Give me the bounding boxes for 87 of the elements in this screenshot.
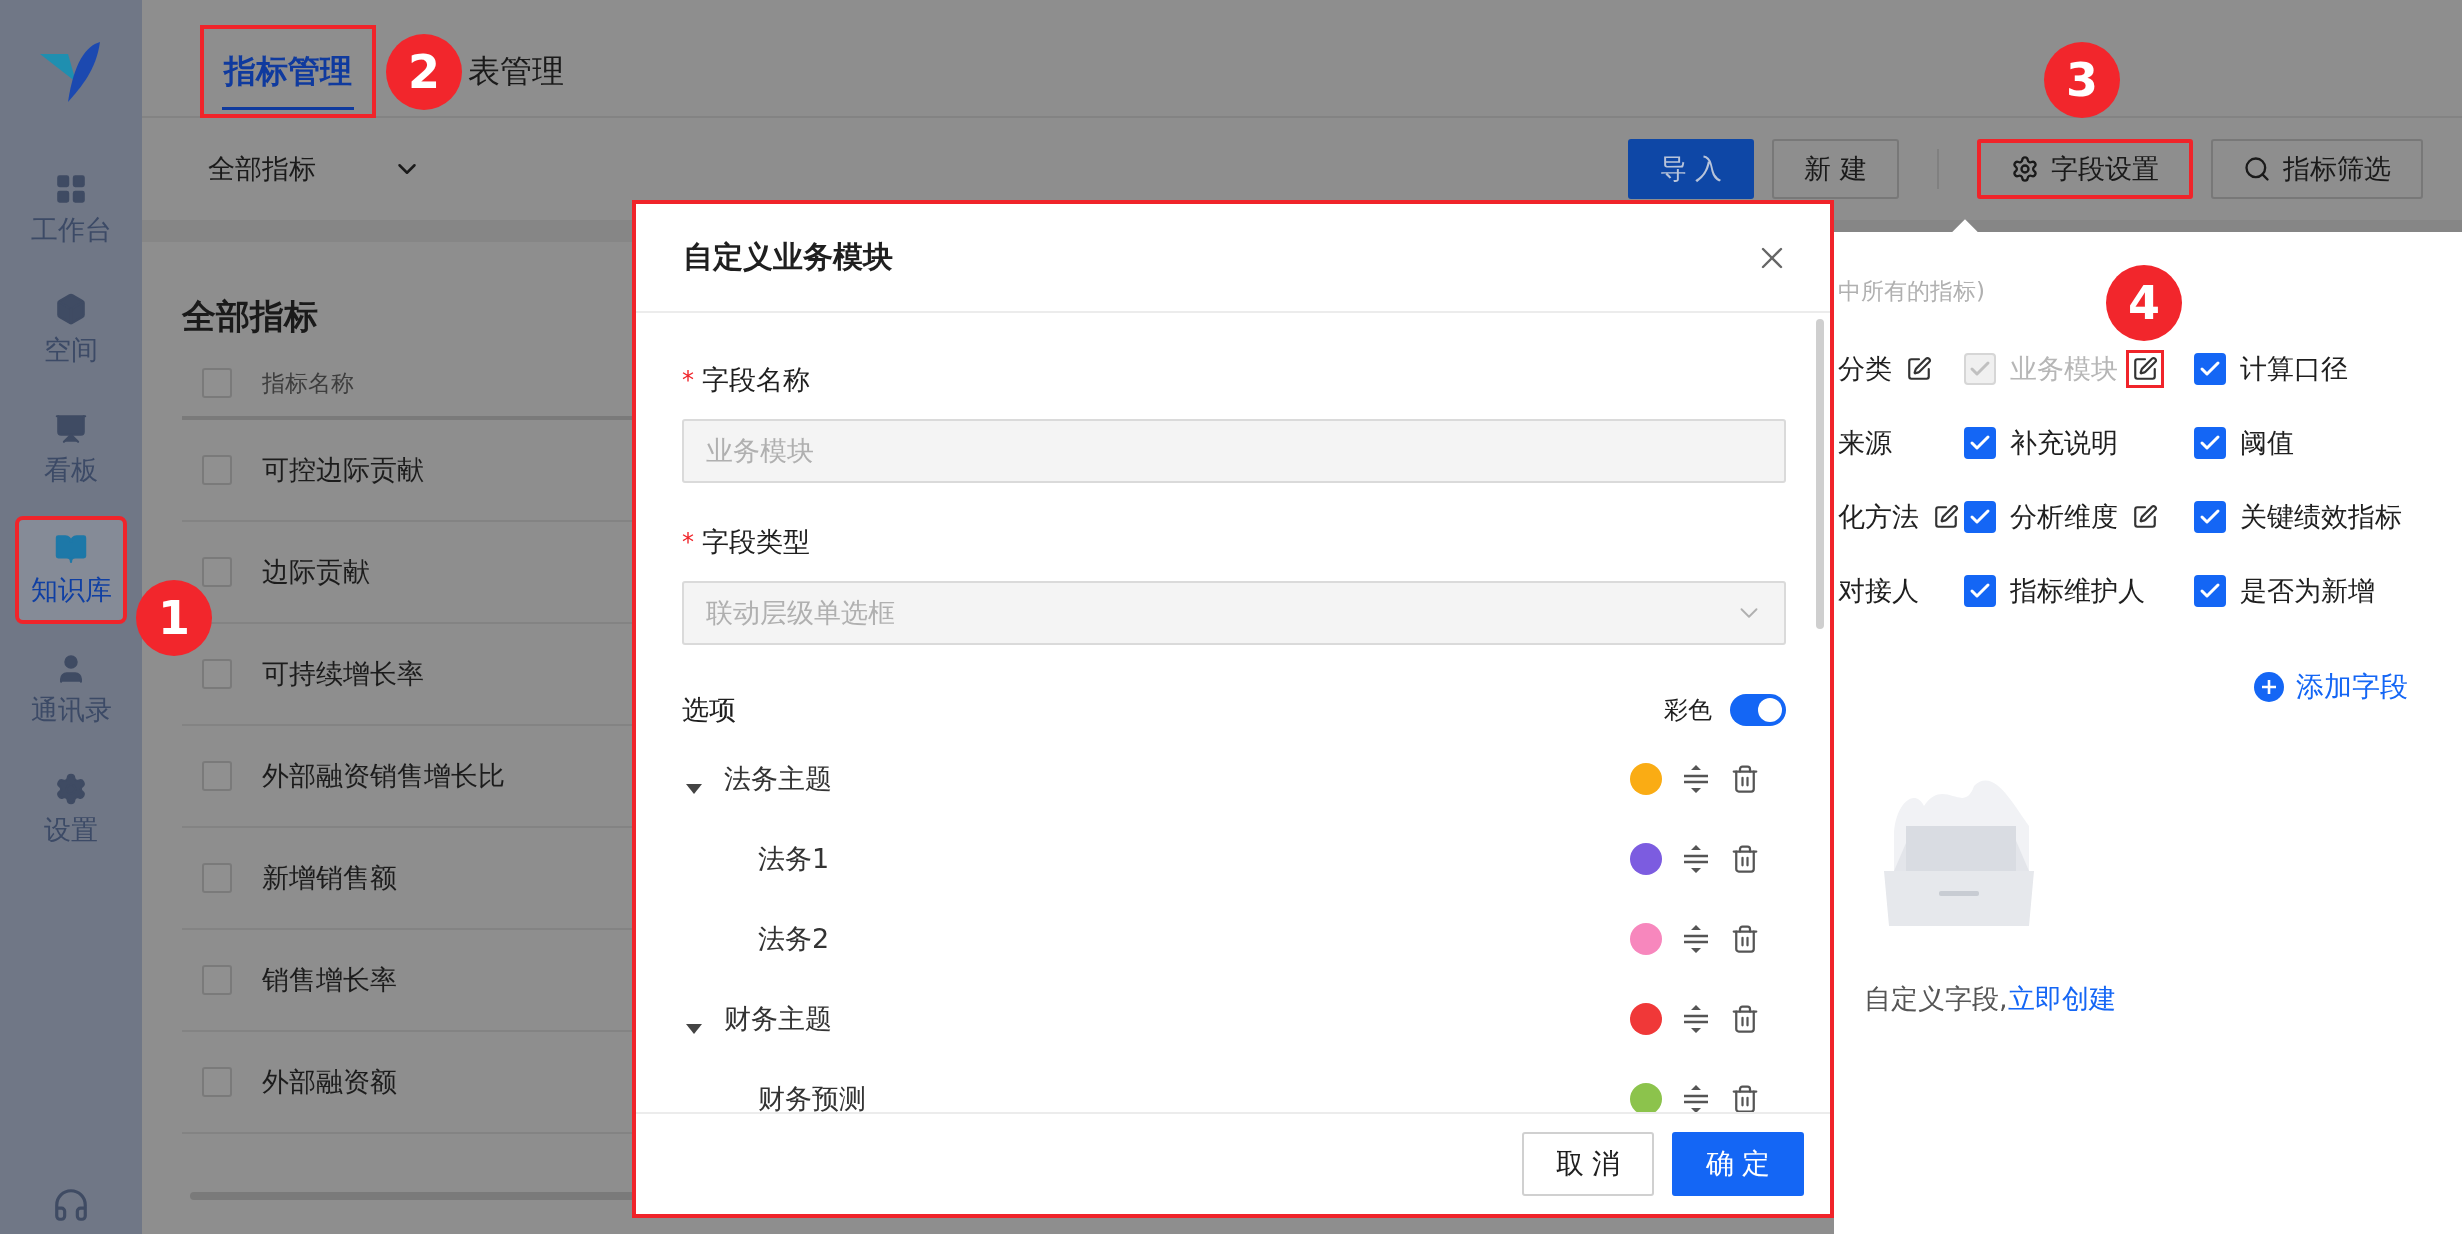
sort-icon[interactable]: [1682, 1084, 1710, 1112]
cube-icon: [54, 292, 88, 326]
settings-icon: [54, 772, 88, 806]
confirm-button[interactable]: 确 定: [1672, 1132, 1804, 1196]
field-label: 对接人: [1838, 574, 1919, 608]
empty-message: 自定义字段,立即创建: [1864, 982, 2116, 1016]
grid-icon: [54, 172, 88, 206]
tab[interactable]: 指标管理: [200, 25, 376, 118]
field-label: 字段名称: [702, 363, 810, 397]
field-label: 关键绩效指标: [2240, 500, 2402, 534]
edit-icon[interactable]: [1906, 356, 1932, 382]
filter-dropdown[interactable]: 全部指标: [190, 151, 440, 187]
table-cell-text: 可持续增长率: [262, 657, 424, 691]
color-dot[interactable]: [1630, 923, 1662, 955]
color-dot[interactable]: [1630, 763, 1662, 795]
trash-icon[interactable]: [1730, 764, 1760, 794]
trash-icon[interactable]: [1730, 844, 1760, 874]
field-label: 指标维护人: [2010, 574, 2145, 608]
field-label: 是否为新增: [2240, 574, 2375, 608]
sort-icon[interactable]: [1682, 844, 1710, 874]
field-label: 计算口径: [2240, 352, 2348, 386]
settings-icon: [2011, 155, 2039, 183]
dialog-title: 自定义业务模块: [683, 238, 893, 276]
trash-icon[interactable]: [1730, 1084, 1760, 1112]
sort-icon[interactable]: [1682, 924, 1710, 954]
field-label: 化方法: [1838, 500, 1919, 534]
field-label: 阈值: [2240, 426, 2294, 460]
caret-icon[interactable]: [686, 1024, 702, 1034]
column-header: 指标名称: [262, 368, 354, 398]
field-label: 字段类型: [702, 525, 810, 559]
list-title: 全部指标: [182, 295, 318, 338]
sidebar-item[interactable]: 知识库: [15, 516, 127, 624]
field-label: 分类: [1838, 352, 1892, 386]
checkbox[interactable]: [2194, 575, 2226, 607]
required-mark: *: [682, 528, 694, 556]
caret-icon[interactable]: [686, 784, 702, 794]
checkbox[interactable]: [2194, 427, 2226, 459]
option-label: 财务主题: [724, 1002, 833, 1036]
option-label: 法务2: [758, 922, 831, 956]
option-label: 财务预测: [758, 1082, 867, 1112]
toggle-switch[interactable]: [1730, 694, 1786, 726]
field-label: 补充说明: [2010, 426, 2118, 460]
option-label: 法务1: [758, 842, 831, 876]
checkbox[interactable]: [1964, 427, 1996, 459]
toggle-label: 彩色: [1664, 695, 1712, 726]
toolbar-button[interactable]: 字段设置: [1977, 139, 2193, 199]
toolbar-button[interactable]: 指标筛选: [2211, 139, 2423, 199]
checkbox[interactable]: [1964, 575, 1996, 607]
required-mark: *: [682, 366, 694, 394]
color-dot[interactable]: [1630, 843, 1662, 875]
cancel-button[interactable]: 取 消: [1522, 1132, 1654, 1196]
panel-note: 中所有的指标): [1838, 277, 1985, 306]
add-field-link[interactable]: 添加字段: [2254, 668, 2408, 706]
checkbox[interactable]: [2194, 353, 2226, 385]
field-label: 分析维度: [2010, 500, 2118, 534]
create-link[interactable]: 立即创建: [2007, 983, 2116, 1014]
search-icon: [2243, 155, 2271, 183]
trash-icon[interactable]: [1730, 924, 1760, 954]
sort-icon[interactable]: [1682, 764, 1710, 794]
trash-icon[interactable]: [1730, 1004, 1760, 1034]
book-icon: [54, 532, 88, 566]
table-cell-text: 外部融资额: [262, 1065, 397, 1099]
field-label: 来源: [1838, 426, 1892, 460]
table-cell-text: 边际贡献: [262, 555, 370, 589]
color-dot[interactable]: [1630, 1083, 1662, 1112]
checkbox[interactable]: [1964, 501, 1996, 533]
table-cell-text: 可控边际贡献: [262, 453, 424, 487]
chart-board-icon: [54, 412, 88, 446]
sort-icon[interactable]: [1682, 1004, 1710, 1034]
options-label: 选项: [682, 693, 736, 727]
scrollbar[interactable]: [1816, 319, 1824, 629]
edit-icon[interactable]: [1933, 504, 1959, 530]
table-cell-text: 销售增长率: [262, 963, 397, 997]
table-cell-text: 外部融资销售增长比: [262, 759, 505, 793]
color-dot[interactable]: [1630, 1003, 1662, 1035]
toolbar-button[interactable]: 导 入: [1627, 139, 1755, 199]
field-label: 业务模块: [2010, 352, 2118, 386]
option-label: 法务主题: [724, 762, 833, 796]
table-cell-text: 新增销售额: [262, 861, 397, 895]
edit-icon[interactable]: [2132, 504, 2158, 530]
plus-circle-icon: [2254, 672, 2284, 702]
step-badge: 1: [136, 580, 212, 656]
step-badge: 3: [2044, 42, 2120, 118]
toolbar-button[interactable]: 新 建: [1772, 139, 1899, 199]
step-badge: 2: [386, 34, 462, 110]
tab[interactable]: 表管理: [464, 25, 568, 118]
checkbox[interactable]: [2194, 501, 2226, 533]
